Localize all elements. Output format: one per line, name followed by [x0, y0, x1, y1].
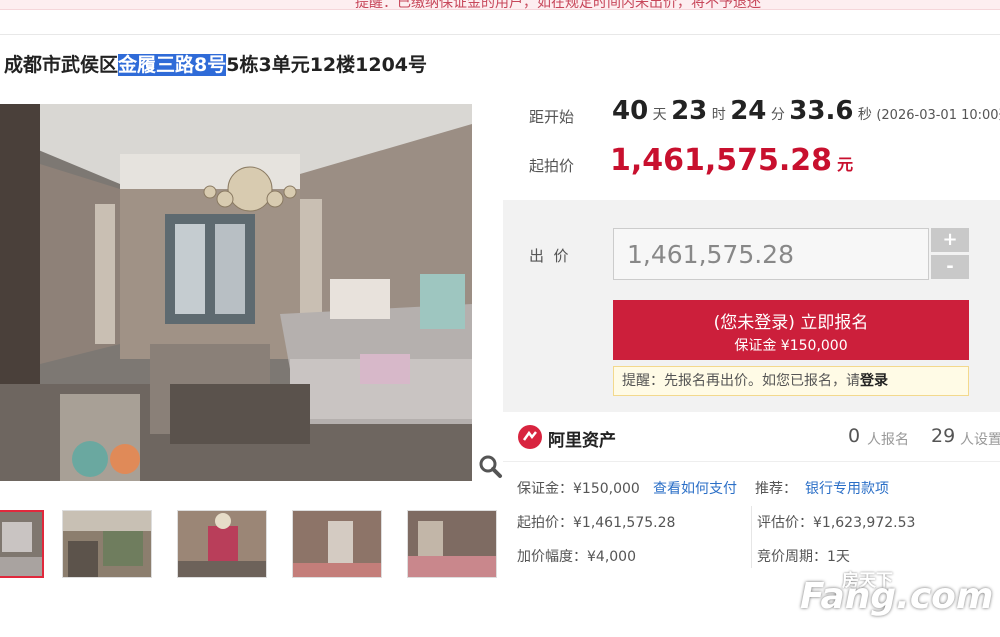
days-unit: 天: [652, 107, 667, 123]
top-banner: 提醒：已缴纳保证金的用户，如在规定时间内未出价，将不予退还: [0, 0, 1000, 11]
start-price-detail: 起拍价：¥1,461,575.28: [517, 515, 676, 531]
title-suffix: 5栋3单元12楼1204号: [226, 54, 428, 76]
ali-asset-logo-icon: [518, 425, 542, 449]
zoom-button[interactable]: [476, 452, 504, 480]
ali-asset-brand: 阿里资产: [548, 431, 616, 451]
ali-asset-bar: 阿里资产 0 人报名 29 人设置: [503, 412, 1000, 462]
thumbnail-strip: [0, 510, 500, 580]
countdown-days: 40: [612, 96, 649, 126]
seconds-unit: 秒: [857, 107, 872, 123]
increase-button[interactable]: +: [931, 228, 969, 252]
signup-label: (您未登录) 立即报名: [713, 313, 869, 333]
fang-watermark: 房天下 Fang.com: [800, 566, 994, 626]
bid-panel: 出 价 1,461,575.28 + - (您未登录) 立即报名 保证金 ¥15…: [503, 200, 1000, 412]
countdown-seconds: 33.6: [789, 96, 854, 126]
page-title: 成都市武侯区金履三路8号5栋3单元12楼1204号: [4, 50, 427, 77]
bid-input[interactable]: 1,461,575.28: [613, 228, 929, 280]
deposit-detail: 保证金：¥150,000: [517, 481, 640, 497]
zoom-icon: [479, 455, 502, 478]
login-link[interactable]: 登录: [860, 373, 888, 389]
recommend-label: 推荐：: [755, 481, 797, 497]
start-time: (2026-03-01 10:00开: [876, 108, 1000, 123]
reminders-count: 29: [931, 425, 956, 447]
divider: [0, 34, 1000, 35]
thumbnail-3[interactable]: [177, 510, 267, 578]
thumbnail-1[interactable]: [0, 510, 44, 578]
main-photo[interactable]: [0, 104, 472, 481]
title-highlight: 金履三路8号: [118, 54, 227, 76]
living-room-photo: [0, 104, 472, 481]
countdown: 40 天 23 时 24 分 33.6 秒 (2026-03-01 10:00开: [612, 96, 1000, 126]
start-price-value: 1,461,575.28: [610, 143, 833, 178]
start-price-label: 起拍价: [529, 157, 575, 175]
countdown-label: 距开始: [529, 108, 575, 126]
how-to-pay-link[interactable]: 查看如何支付: [653, 478, 737, 498]
signup-tip: 提醒：先报名再出价。如您已报名，请登录: [613, 366, 969, 396]
increment-detail: 加价幅度：¥4,000: [517, 549, 636, 565]
start-price: 1,461,575.28 元: [610, 143, 853, 178]
divider: [751, 506, 752, 568]
watermark-bottom: Fang.com: [800, 576, 994, 617]
minutes-unit: 分: [770, 107, 785, 123]
start-price-unit: 元: [837, 155, 854, 174]
assess-price-detail: 评估价：¥1,623,972.53: [757, 515, 916, 531]
cycle-detail: 竞价周期：1天: [757, 549, 850, 565]
hours-unit: 时: [711, 107, 726, 123]
decrease-button[interactable]: -: [931, 255, 969, 279]
banner-text: 提醒：已缴纳保证金的用户，如在规定时间内未出价，将不予退还: [355, 0, 761, 11]
reminders-label: 人设置: [960, 432, 1000, 448]
signup-deposit: 保证金 ¥150,000: [734, 338, 848, 354]
countdown-minutes: 24: [730, 96, 767, 126]
signup-button[interactable]: (您未登录) 立即报名 保证金 ¥150,000: [613, 300, 969, 360]
signups-count: 0: [848, 425, 861, 447]
countdown-hours: 23: [671, 96, 708, 126]
thumbnail-2[interactable]: [62, 510, 152, 578]
title-prefix: 成都市武侯区: [4, 54, 119, 76]
recommend-link[interactable]: 银行专用款项: [805, 478, 889, 498]
signups-label: 人报名: [867, 432, 909, 448]
thumbnail-4[interactable]: [292, 510, 382, 578]
thumbnail-5[interactable]: [407, 510, 497, 578]
bid-label: 出 价: [529, 247, 569, 265]
tip-text: 提醒：先报名再出价。如您已报名，请: [622, 373, 860, 389]
